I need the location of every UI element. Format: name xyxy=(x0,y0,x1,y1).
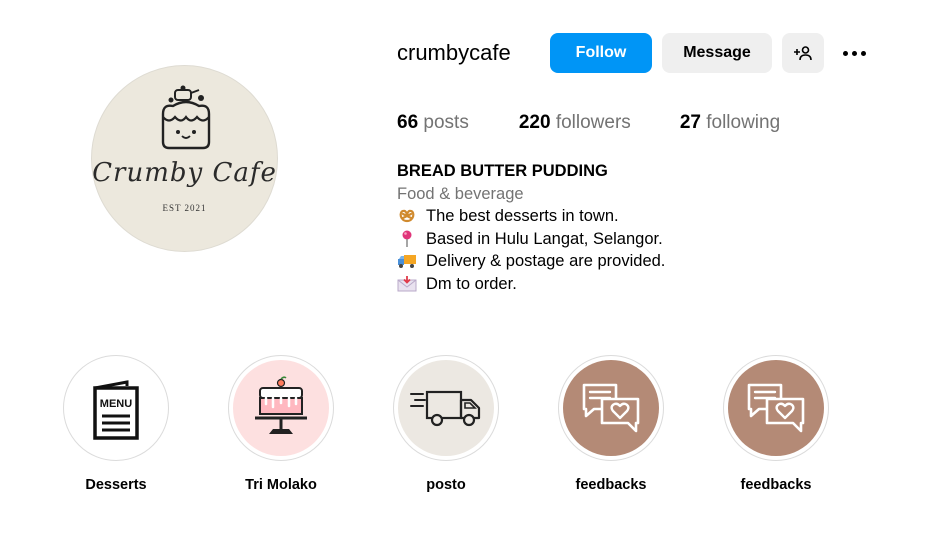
stat-followers[interactable]: 220 followers xyxy=(519,112,631,134)
highlight-ring xyxy=(558,355,664,461)
envelope-icon xyxy=(397,274,417,294)
highlight-feedbacks-2[interactable]: feedbacks xyxy=(722,355,830,493)
highlight-cover xyxy=(233,360,329,456)
add-user-icon xyxy=(794,46,812,61)
delivery-truck-icon xyxy=(410,390,481,427)
highlight-label: Tri Molako xyxy=(245,477,317,493)
highlight-feedbacks-1[interactable]: feedbacks xyxy=(557,355,665,493)
highlight-label: feedbacks xyxy=(575,477,647,493)
chat-heart-icon xyxy=(582,383,640,433)
more-options-icon xyxy=(842,50,848,56)
highlight-ring xyxy=(393,355,499,461)
profile-stats: 66 posts 220 followers 27 following xyxy=(397,112,830,134)
highlight-tri-molako[interactable]: Tri Molako xyxy=(227,355,335,493)
chat-heart-icon xyxy=(747,383,805,433)
menu-icon: MENU xyxy=(93,380,139,440)
avatar-logo: Crumby Cafe EST 2021 xyxy=(91,65,278,252)
more-options-button[interactable] xyxy=(838,43,870,63)
logo-est-text: EST 2021 xyxy=(162,203,207,213)
bio-line-text: Delivery & postage are provided. xyxy=(426,252,666,270)
highlight-desserts[interactable]: MENU Desserts xyxy=(62,355,170,493)
highlight-cover: MENU xyxy=(68,360,164,456)
bio-line: Dm to order. xyxy=(397,273,665,296)
highlight-cover xyxy=(398,360,494,456)
stat-value: 27 xyxy=(679,112,701,133)
highlight-ring xyxy=(723,355,829,461)
bio-name: BREAD BUTTER PUDDING xyxy=(397,162,608,180)
highlight-ring: MENU xyxy=(63,355,169,461)
pretzel-icon xyxy=(397,206,417,226)
highlight-cover xyxy=(728,360,824,456)
highlight-label: Desserts xyxy=(85,477,147,493)
stat-value: 66 xyxy=(397,112,419,133)
stat-value: 220 xyxy=(518,112,551,133)
svg-text:MENU: MENU xyxy=(100,398,132,410)
cake-stand-icon xyxy=(255,376,307,434)
follow-button[interactable]: Follow xyxy=(550,33,652,73)
bio-line: The best desserts in town. xyxy=(397,205,665,228)
bio-category: Food & beverage xyxy=(397,184,524,203)
highlight-label: posto xyxy=(426,477,466,493)
stat-label: followers xyxy=(555,112,631,133)
bio-line: Delivery & postage are provided. xyxy=(397,250,665,273)
pin-icon xyxy=(397,229,417,249)
truck-icon xyxy=(397,251,417,271)
highlight-ring xyxy=(228,355,334,461)
bio-line: Based in Hulu Langat, Selangor. xyxy=(397,228,665,251)
more-options-dot xyxy=(851,50,857,56)
profile-bio: BREAD BUTTER PUDDING Food & beverage The… xyxy=(397,160,665,295)
stat-posts: 66 posts xyxy=(397,112,469,134)
message-button[interactable]: Message xyxy=(662,33,772,73)
cake-logo-icon xyxy=(161,85,211,150)
stat-following[interactable]: 27 following xyxy=(680,112,780,134)
bio-line-text: Dm to order. xyxy=(426,274,517,293)
more-options-dot xyxy=(860,50,866,56)
stat-label: following xyxy=(706,112,781,133)
add-user-button[interactable] xyxy=(782,33,824,73)
highlight-label: feedbacks xyxy=(740,477,812,493)
logo-text: Crumby Cafe xyxy=(92,158,277,188)
profile-username: crumbycafe xyxy=(397,40,511,65)
bio-line-text: Based in Hulu Langat, Selangor. xyxy=(426,229,663,248)
highlight-cover xyxy=(563,360,659,456)
bio-line-text: The best desserts in town. xyxy=(426,207,619,225)
stat-label: posts xyxy=(423,112,469,133)
profile-avatar[interactable]: Crumby Cafe EST 2021 xyxy=(91,65,278,252)
highlight-posto[interactable]: posto xyxy=(392,355,500,493)
